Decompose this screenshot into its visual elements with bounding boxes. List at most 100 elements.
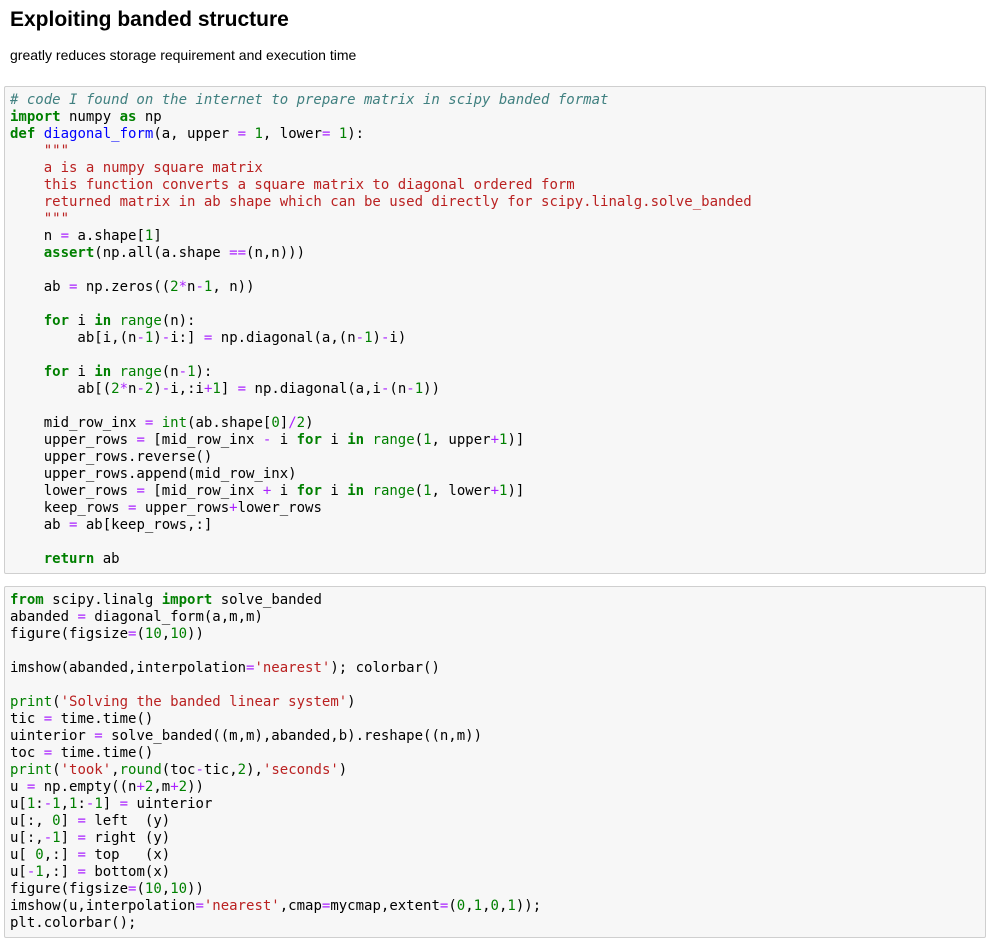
code-line: lower_rows = [mid_row_inx + i for i in r…: [10, 483, 985, 500]
code-line: tic = time.time(): [10, 711, 985, 728]
code-token: ):: [347, 126, 365, 142]
code-token: 'nearest': [254, 660, 331, 676]
code-token: =: [77, 864, 86, 880]
code-token: i: [271, 432, 297, 448]
code-token: 1: [212, 381, 221, 397]
code-token: (n: [389, 381, 407, 397]
code-token: ab[i,(n: [10, 330, 137, 346]
code-line: ​: [10, 296, 985, 313]
code-token: ]: [60, 830, 78, 846]
code-token: 0: [35, 847, 44, 863]
code-token: i: [69, 313, 95, 329]
code-line: imshow(u,interpolation='nearest',cmap=my…: [10, 898, 985, 915]
code-token: ab[keep_rows,:]: [77, 517, 213, 533]
code-token: range: [119, 364, 162, 380]
code-line: n = a.shape[1]: [10, 228, 985, 245]
code-token: -: [161, 330, 171, 346]
code-token: upper_rows: [136, 500, 230, 516]
code-token: 1: [473, 898, 483, 914]
code-token: )): [423, 381, 440, 397]
code-token: )]: [507, 432, 525, 448]
code-token: 1: [254, 126, 263, 142]
code-token: (: [414, 483, 424, 499]
code-token: +: [170, 779, 179, 795]
code-token: as: [119, 109, 137, 125]
code-line: ​: [10, 347, 985, 364]
code-line: u[ 0,:] = top (x): [10, 847, 985, 864]
code-token: imshow(abanded,interpolation: [10, 660, 247, 676]
code-token: u[:,: [10, 813, 53, 829]
code-line: uinterior = solve_banded((m,m),abanded,b…: [10, 728, 985, 745]
code-line: upper_rows.reverse(): [10, 449, 985, 466]
code-token: lower_rows: [237, 500, 322, 516]
code-token: numpy: [60, 109, 120, 125]
code-token: np.diagonal(a,(n: [212, 330, 356, 346]
code-token: np.diagonal(a,i: [246, 381, 381, 397]
code-token: ),: [246, 762, 263, 778]
code-token: *: [178, 279, 188, 295]
code-token: time.time(): [52, 711, 154, 727]
code-editor[interactable]: from scipy.linalg import solve_banded aba…: [5, 587, 985, 932]
code-editor[interactable]: # code I found on the internet to prepar…: [5, 87, 985, 568]
code-token: 'nearest': [203, 898, 280, 914]
code-line: upper_rows.append(mid_row_inx): [10, 466, 985, 483]
code-line: figure(figsize=(10,10)): [10, 881, 985, 898]
code-line: return ab: [10, 551, 985, 568]
code-token: (a, upper: [153, 126, 238, 142]
code-token: range: [372, 432, 415, 448]
code-token: , n)): [212, 279, 255, 295]
code-token: this function converts a square matrix t…: [10, 177, 575, 193]
code-token: i: [69, 364, 95, 380]
code-token: ,: [465, 898, 474, 914]
code-token: from: [10, 592, 44, 608]
code-token: u[:,: [10, 830, 44, 846]
code-line: upper_rows = [mid_row_inx - i for i in r…: [10, 432, 985, 449]
code-cell-diagonal-form[interactable]: # code I found on the internet to prepar…: [4, 86, 986, 574]
code-token: , lower: [262, 126, 322, 142]
code-token: figure(figsize: [10, 881, 129, 897]
code-token: figure(figsize: [10, 626, 129, 642]
code-token: u[: [10, 864, 27, 880]
code-token: 'took': [60, 762, 112, 778]
code-token: return: [43, 551, 95, 567]
code-line: """: [10, 211, 985, 228]
code-token: ]: [60, 813, 78, 829]
code-line: ​: [10, 398, 985, 415]
code-token: -: [355, 330, 365, 346]
code-line: a is a numpy square matrix: [10, 160, 985, 177]
code-token: range: [119, 313, 162, 329]
code-token: 'seconds': [262, 762, 339, 778]
code-token: -: [195, 279, 204, 295]
code-token: +: [490, 432, 499, 448]
code-token: 2: [178, 779, 188, 795]
code-line: ​: [10, 534, 985, 551]
code-token: ]: [279, 415, 289, 431]
code-token: ,: [161, 626, 171, 642]
code-token: ,:]: [43, 864, 78, 880]
code-token: =: [77, 813, 86, 829]
code-line: ab = ab[keep_rows,:]: [10, 517, 985, 534]
code-token: import: [10, 109, 61, 125]
code-token: diagonal_form(a,m,m): [85, 609, 263, 625]
code-token: -: [136, 330, 145, 346]
code-token: ):: [195, 364, 213, 380]
code-token: [mid_row_inx: [144, 432, 263, 448]
code-token: np.zeros((: [77, 279, 171, 295]
code-line: figure(figsize=(10,10)): [10, 626, 985, 643]
code-token: i,:i: [170, 381, 204, 397]
code-cell-solve-banded[interactable]: from scipy.linalg import solve_banded aba…: [4, 586, 986, 938]
code-token: 2: [170, 279, 179, 295]
code-token: n: [10, 228, 61, 244]
code-token: :: [35, 796, 44, 812]
code-token: returned matrix in ab shape which can be…: [10, 194, 752, 210]
code-token: def: [10, 126, 36, 142]
code-token: =: [195, 898, 204, 914]
section-description: greatly reduces storage requirement and …: [10, 47, 357, 63]
code-token: i): [389, 330, 407, 346]
